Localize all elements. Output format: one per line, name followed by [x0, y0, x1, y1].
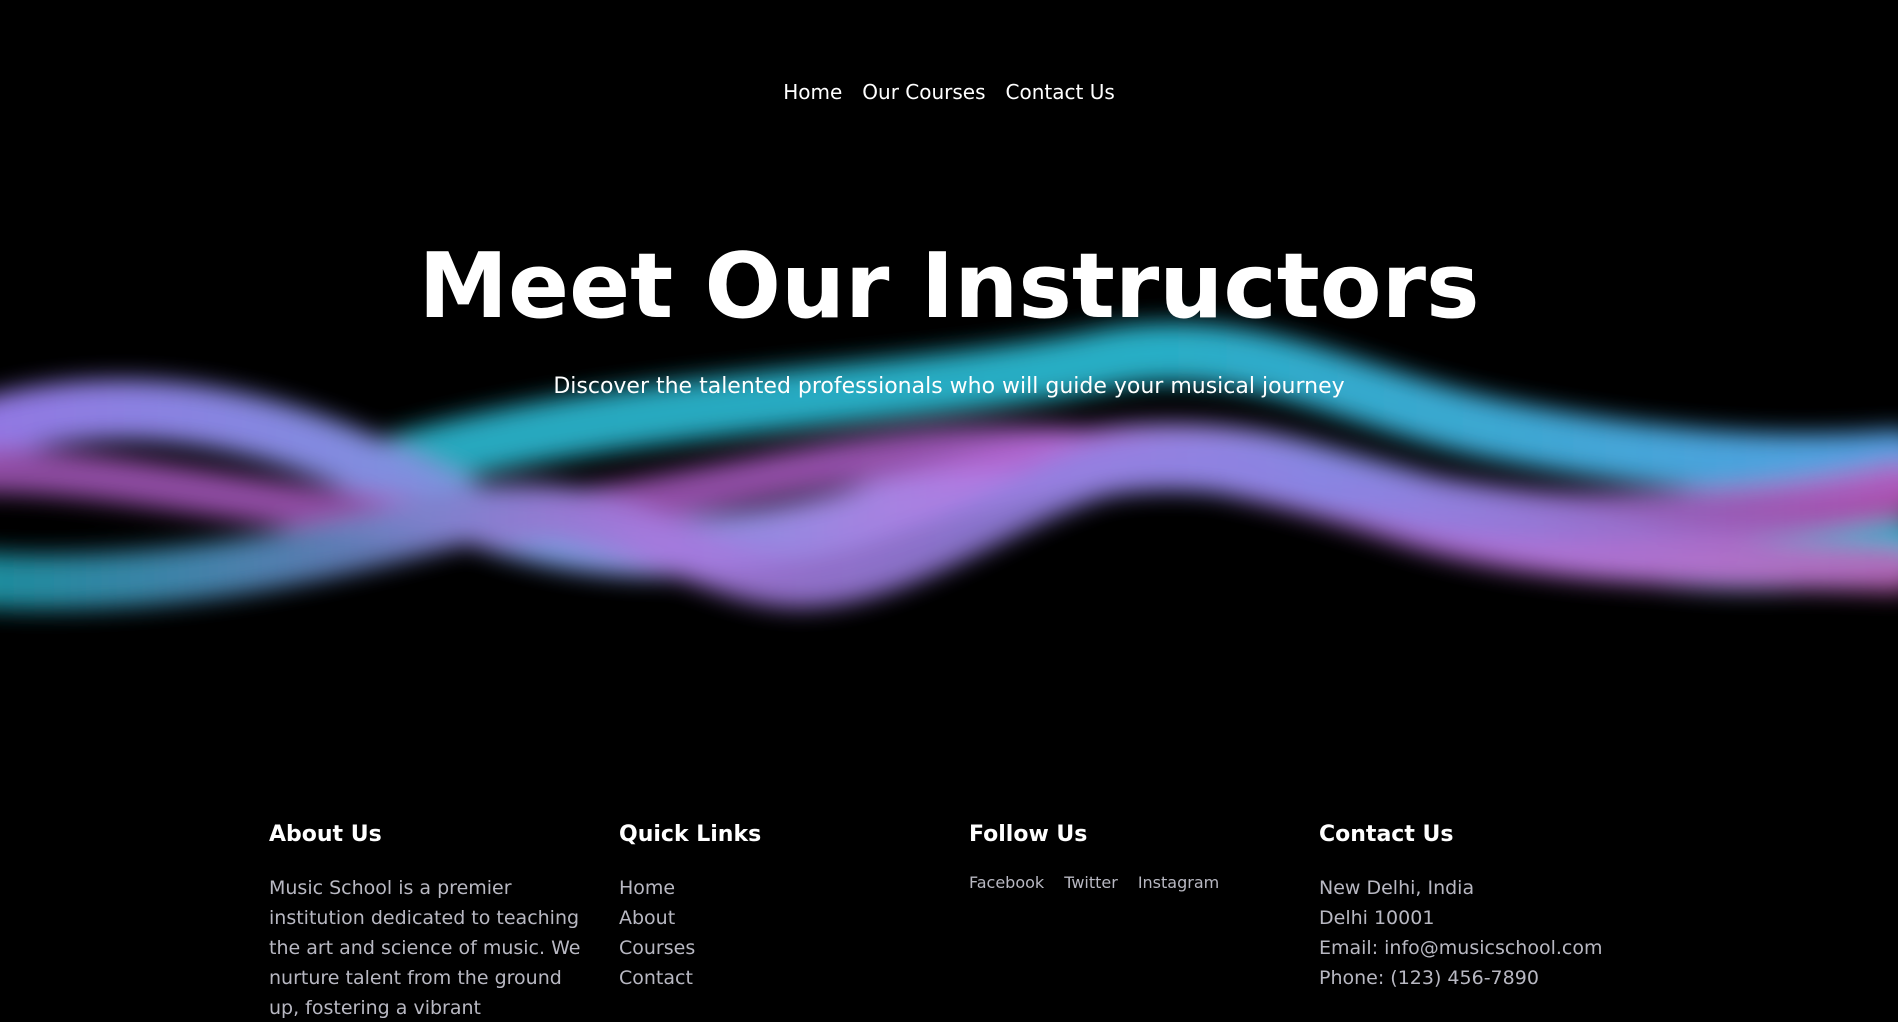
contact-address-line-2: Delhi 10001: [1319, 907, 1435, 929]
footer-link-about[interactable]: About: [619, 907, 675, 929]
footer-link-courses[interactable]: Courses: [619, 937, 695, 959]
footer-contact-section: Contact Us New Delhi, India Delhi 10001 …: [1319, 822, 1669, 1022]
footer-link-contact[interactable]: Contact: [619, 967, 693, 989]
footer-follow-heading: Follow Us: [969, 822, 1088, 847]
footer-contact-heading: Contact Us: [1319, 822, 1454, 847]
footer-follow-section: Follow Us Facebook Twitter Instagram: [969, 822, 1319, 1022]
footer-quick-links-section: Quick Links Home About Courses Contact: [619, 822, 969, 1022]
social-twitter-link[interactable]: Twitter: [1064, 873, 1118, 892]
nav-contact-us-link[interactable]: Contact Us: [1006, 80, 1115, 104]
page-title: Meet Our Instructors: [418, 234, 1480, 339]
contact-address-line-1: New Delhi, India: [1319, 877, 1475, 899]
footer-link-home[interactable]: Home: [619, 877, 675, 899]
footer-about-text: Music School is a premier institution de…: [269, 877, 581, 1019]
main-nav: Home Our Courses Contact Us: [0, 80, 1898, 104]
social-facebook-link[interactable]: Facebook: [969, 873, 1044, 892]
nav-home-link[interactable]: Home: [783, 80, 842, 104]
contact-email: Email: info@musicschool.com: [1319, 937, 1603, 959]
footer-about-section: About Us Music School is a premier insti…: [269, 822, 619, 1022]
contact-phone: Phone: (123) 456-7890: [1319, 967, 1539, 989]
social-instagram-link[interactable]: Instagram: [1138, 873, 1219, 892]
footer-quick-links-heading: Quick Links: [619, 822, 762, 847]
footer-about-heading: About Us: [269, 822, 382, 847]
site-footer: About Us Music School is a premier insti…: [269, 822, 1669, 1022]
nav-our-courses-link[interactable]: Our Courses: [862, 80, 985, 104]
page-subtitle: Discover the talented professionals who …: [553, 374, 1345, 399]
